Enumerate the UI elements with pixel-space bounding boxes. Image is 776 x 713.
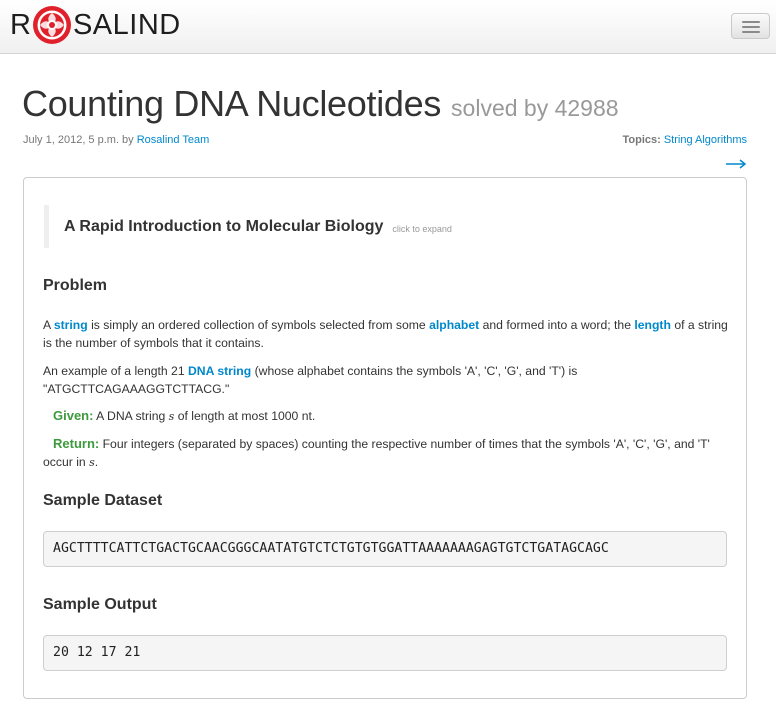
brand-logo-link[interactable]: R SALIND <box>10 5 181 45</box>
sample-output-code: 20 12 17 21 <box>43 635 727 671</box>
given-paragraph: Given: A DNA string s of length at most … <box>43 407 729 426</box>
problem-heading: Problem <box>43 277 108 294</box>
problem-paragraph-1: A string is simply an ordered collection… <box>43 316 729 352</box>
string-term-link[interactable]: string <box>54 318 88 332</box>
hamburger-menu-icon <box>742 21 760 23</box>
problem-topics: Topics: String Algorithms <box>622 134 747 146</box>
text: A DNA string <box>93 409 169 423</box>
return-paragraph: Return: Four integers (separated by spac… <box>43 435 729 472</box>
navbar: R SALIND <box>0 0 776 54</box>
author-link[interactable]: Rosalind Team <box>137 134 210 146</box>
hamburger-bar <box>742 26 760 28</box>
problem-date: July 1, 2012, 5 p.m. by <box>23 134 137 146</box>
sample-output-heading: Sample Output <box>43 596 157 613</box>
problem-title: Counting DNA Nucleotides <box>22 83 442 124</box>
intro-title: A Rapid Introduction to Molecular Biolog… <box>64 217 384 235</box>
text: and formed into a word; the <box>479 318 635 332</box>
nav-toggle-button[interactable] <box>731 13 770 39</box>
problem-meta: July 1, 2012, 5 p.m. by Rosalind Team <box>23 134 209 146</box>
expand-hint: click to expand <box>392 223 452 234</box>
problem-title-row: Counting DNA Nucleotides solved by 42988 <box>22 83 619 125</box>
sample-dataset-code: AGCTTTTCATTCTGACTGCAACGGGCAATATGTCTCTGTG… <box>43 531 727 567</box>
return-label: Return: <box>53 436 100 451</box>
topic-link[interactable]: String Algorithms <box>664 134 747 146</box>
problem-statement-box: A Rapid Introduction to Molecular Biolog… <box>23 177 747 699</box>
rosalind-logo-icon <box>32 6 71 44</box>
text: A <box>43 318 54 332</box>
given-label: Given: <box>53 408 94 423</box>
return-indent <box>43 437 53 451</box>
brand-letters-salind: SALIND <box>72 8 181 41</box>
text: An example of a length 21 <box>43 364 188 378</box>
problem-paragraph-2: An example of a length 21 DNA string (wh… <box>43 362 729 398</box>
alphabet-term-link[interactable]: alphabet <box>429 318 479 332</box>
brand-letter-r: R <box>10 8 31 41</box>
text: of length at most 1000 nt. <box>174 409 316 423</box>
next-problem-arrow <box>726 159 747 169</box>
text: Four integers (separated by spaces) coun… <box>43 437 710 469</box>
right-arrow-icon[interactable] <box>725 152 747 172</box>
length-term-link[interactable]: length <box>634 318 671 332</box>
text: is simply an ordered collection of symbo… <box>87 318 430 332</box>
topics-label: Topics: <box>622 134 661 146</box>
solved-count: solved by 42988 <box>451 95 619 121</box>
collapsible-intro[interactable]: A Rapid Introduction to Molecular Biolog… <box>44 205 704 248</box>
text: . <box>94 455 99 469</box>
dna-string-term-link[interactable]: DNA string <box>188 364 251 378</box>
sample-dataset-heading: Sample Dataset <box>43 492 163 509</box>
hamburger-bar <box>742 31 760 33</box>
